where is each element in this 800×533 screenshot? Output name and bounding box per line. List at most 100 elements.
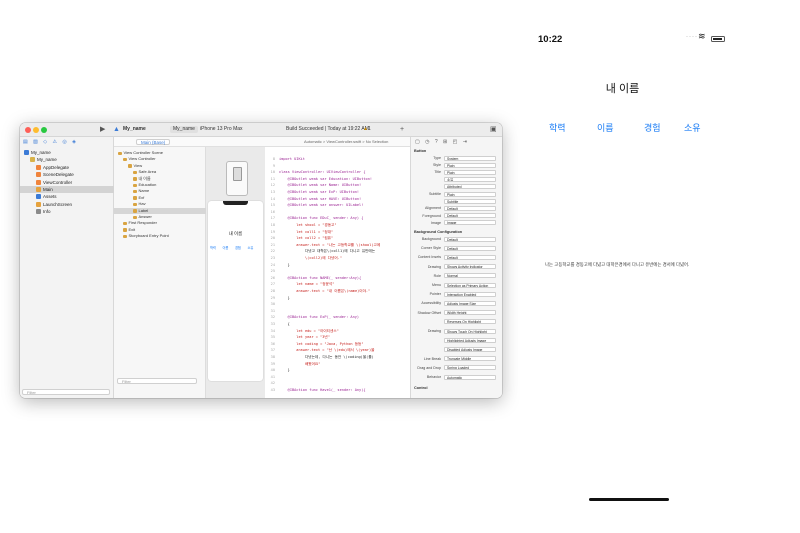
code-line[interactable]: 18 let shool = "경동고" (265, 223, 337, 229)
inspector-row-value[interactable]: Default (444, 245, 496, 251)
code-line[interactable]: 13 @IBOutlet weak var ExP: UIButton! (265, 190, 359, 196)
outline-item[interactable]: Education (114, 182, 206, 188)
code-line[interactable]: 24 } (265, 263, 290, 269)
inspector-row-value[interactable]: Highlighted Adjusts Image (444, 337, 496, 343)
code-line[interactable]: 21 answer.text = "나는 고등학교를 \(shool)고에 (265, 243, 380, 249)
navigator-item[interactable]: Info (20, 208, 114, 215)
inspector-row-value[interactable]: Selection as Primary Action (444, 282, 496, 288)
inspector-row-value[interactable]: Default (444, 236, 496, 242)
code-line[interactable]: 22 다녔고 대학은\(coll1)에 다니고 유반에는 (265, 249, 375, 255)
outline-item[interactable]: Exit (114, 227, 206, 233)
code-line[interactable]: 35 let year = "3년" (265, 335, 330, 341)
inspector-row-value[interactable]: System (444, 155, 496, 161)
navigator-item[interactable]: Main (20, 186, 114, 193)
outline-item[interactable]: Storyboard Entry Point (114, 233, 206, 239)
storyboard-canvas[interactable]: 내 이름 학력 이름 경험 소유 (206, 147, 265, 398)
code-line[interactable]: 26 @IBAction func NAME(_ sender:Any){ (265, 276, 362, 282)
navigator-filter-field[interactable]: Filter (22, 389, 110, 395)
outline-item[interactable]: Answer (114, 214, 206, 220)
scene-preview[interactable]: 내 이름 학력 이름 경험 소유 (208, 201, 263, 381)
code-line[interactable]: 32 @IBAction func ExP(_ sender: Any) (265, 315, 359, 321)
outline-item[interactable]: View Controller (114, 156, 206, 162)
inspector-row-value[interactable]: Spring Loaded (444, 365, 496, 371)
inspector-row-value[interactable]: Disabled Adjusts Image (444, 346, 496, 352)
code-line[interactable]: 17 @IBAction func EDuC_ sender: Any) { (265, 216, 364, 222)
answer-button[interactable]: 소유 (684, 121, 701, 134)
code-line[interactable]: 33 { (265, 322, 290, 328)
canvas-button[interactable]: 이름 (223, 245, 229, 250)
device-selector[interactable]: iPhone 13 Pro Max (200, 126, 243, 133)
code-line[interactable]: 34 let edu = "아이티센스" (265, 329, 339, 335)
code-line[interactable]: 20 let coll2 = "컴퓨" (265, 236, 334, 242)
outline-item[interactable]: Safe Area (114, 169, 206, 175)
code-line[interactable]: 14 @IBOutlet weak var HAVE: UIButton! (265, 197, 362, 203)
code-editor[interactable]: 8 import UIKit 9 10 class ViewController: UI… (265, 147, 410, 398)
code-line[interactable]: 39 배웠어요" (265, 362, 321, 368)
outline-item[interactable]: View (114, 163, 206, 169)
outline-item[interactable]: Hav (114, 201, 206, 207)
minimize-window-button[interactable] (33, 127, 39, 133)
inspector-row-value[interactable]: Adjusts Image Size (444, 300, 496, 306)
outline-item[interactable]: Name (114, 188, 206, 194)
inspector-row-value[interactable]: Plain (444, 162, 496, 168)
code-line[interactable]: 29 } (265, 296, 290, 302)
answer-button[interactable]: 경험 (644, 121, 661, 134)
inspector-toggle-icon[interactable]: ▣ (490, 125, 497, 134)
outline-item[interactable]: 내 이름 (114, 176, 206, 182)
close-window-button[interactable] (25, 127, 31, 133)
inspector-row-value[interactable]: Truncate Middle (444, 356, 496, 362)
answer-button[interactable]: 이름 (597, 121, 614, 134)
code-line[interactable]: 41 (265, 375, 279, 381)
code-line[interactable]: 27 let name = "정윤석" (265, 282, 335, 288)
code-line[interactable]: 12 @IBOutlet weak var Name: UIButton! (265, 183, 362, 189)
code-line[interactable]: 16 (265, 210, 279, 216)
add-icon[interactable]: + (400, 125, 404, 134)
inspector-row-value[interactable]: Attributed (444, 184, 496, 190)
code-line[interactable]: 40 } (265, 368, 290, 374)
navigator-item[interactable]: LaunchScreen (20, 201, 114, 208)
zoom-window-button[interactable] (41, 127, 47, 133)
outline-item[interactable]: First Responder (114, 220, 206, 226)
code-line[interactable]: 38 다녔는데, 다니는 동안 \(coding)을(를) (265, 355, 374, 361)
code-line[interactable]: 43 @IBAction func Have1(_ sender: Any){ (265, 388, 366, 394)
inspector-row-value[interactable]: Interaction Enabled (444, 291, 496, 297)
outline-item[interactable]: Label (114, 207, 206, 214)
inspector-row-value[interactable]: Plain (444, 191, 496, 197)
inspector-row-value[interactable]: Subtitle (444, 198, 496, 204)
code-line[interactable]: 30 (265, 302, 279, 308)
inspector-tabs-icon[interactable]: ▢ ◷ ? ⊞ ◰ ⇥ (415, 139, 469, 145)
navigator-tabs-icon[interactable]: ▤ ▧ ◇ ⚠ ◎ ◈ (23, 139, 78, 145)
tab-main[interactable]: Main (Base) (136, 139, 171, 145)
navigator-item[interactable]: My_name (20, 156, 114, 163)
code-line[interactable]: 42 (265, 381, 279, 387)
inspector-row-value[interactable]: Normal (444, 273, 496, 279)
navigator-item[interactable]: Assets (20, 193, 114, 200)
code-line[interactable]: 36 let coding = "Java, Python 등등" (265, 342, 364, 348)
navigator-item[interactable]: ViewController (20, 179, 114, 186)
code-line[interactable]: 28 answer.text = "내 이름은\(name)이야." (265, 289, 371, 295)
view-controller-icon[interactable] (226, 161, 248, 196)
code-line[interactable]: 37 answer.text = "난 \(edu)에서 \(year)을 (265, 348, 375, 354)
inspector-row-value[interactable]: Width Height (444, 310, 496, 316)
inspector-row-value[interactable]: Automatic (444, 374, 496, 380)
canvas-button[interactable]: 소유 (248, 245, 254, 250)
code-line[interactable]: 9 (265, 164, 279, 170)
inspector-row-value[interactable]: Plain (444, 169, 496, 175)
code-line[interactable]: 23 \(coll2)에 다녔어." (265, 256, 342, 262)
home-indicator[interactable] (589, 498, 669, 501)
inspector-row-value[interactable]: Shows Touch On Highlight (444, 328, 496, 334)
canvas-button[interactable]: 학력 (210, 245, 216, 250)
inspector-row-value[interactable]: 소유 (444, 177, 496, 183)
code-line[interactable]: 25 (265, 269, 279, 275)
inspector-row-value[interactable]: Default (444, 205, 496, 211)
inspector-row-value[interactable]: Default (444, 254, 496, 260)
code-line[interactable]: 31 (265, 309, 279, 315)
answer-button[interactable]: 학력 (549, 121, 566, 134)
inspector-row-value[interactable]: Reverses On Highlight (444, 319, 496, 325)
code-line[interactable]: 19 let coll1 = "정대" (265, 230, 334, 236)
navigator-item[interactable]: My_name (20, 149, 114, 156)
code-line[interactable]: 8 import UIKit (265, 157, 305, 163)
inspector-row-value[interactable]: Shows Activity Indicator (444, 264, 496, 270)
code-jumpbar[interactable]: Automatic > ViewController.swift > No Se… (304, 137, 388, 147)
outline-filter-field[interactable]: Filter (117, 378, 197, 384)
